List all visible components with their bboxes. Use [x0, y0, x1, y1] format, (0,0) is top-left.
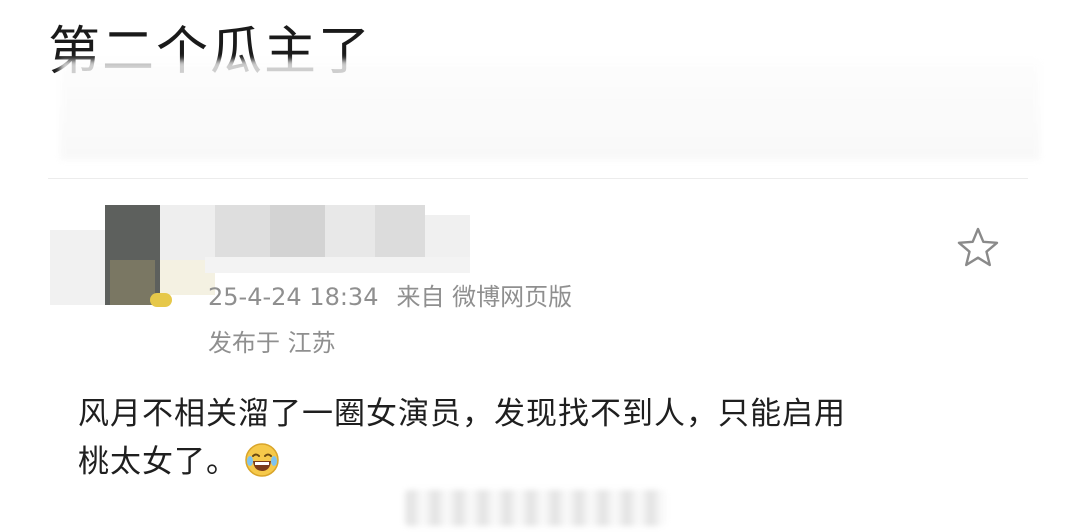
post-text-line-2-wrapper: 桃太女了。: [78, 438, 998, 492]
watermark: [405, 490, 665, 526]
post-text-line-2: 桃太女了。: [78, 444, 238, 480]
post-text-line-1: 风月不相关溜了一圈女演员，发现找不到人，只能启用: [78, 396, 846, 432]
blurred-header-area: [60, 60, 1040, 160]
avatar[interactable]: [50, 205, 220, 307]
post-meta: 25-4-24 18:34 来自 微博网页版: [208, 280, 572, 314]
star-icon[interactable]: [956, 225, 1000, 269]
post-timestamp: 25-4-24 18:34: [208, 283, 379, 311]
post-source[interactable]: 来自 微博网页版: [396, 283, 572, 311]
laughing-emoji-icon: [244, 442, 280, 492]
divider: [48, 178, 1028, 179]
username[interactable]: [205, 205, 470, 275]
post-location: 发布于 江苏: [208, 329, 336, 357]
post-content: 风月不相关溜了一圈女演员，发现找不到人，只能启用 桃太女了。: [78, 390, 998, 492]
